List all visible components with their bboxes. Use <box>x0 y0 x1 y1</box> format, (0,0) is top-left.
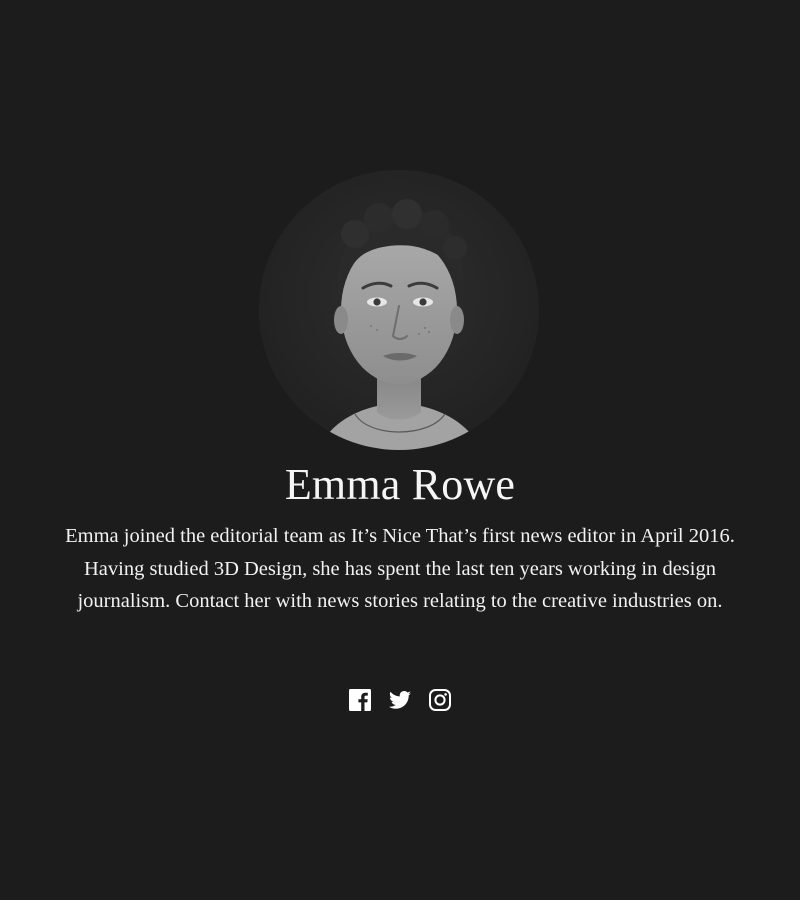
instagram-icon <box>429 689 451 711</box>
instagram-link[interactable] <box>428 688 452 712</box>
facebook-icon <box>349 689 371 711</box>
portrait-photo <box>259 170 539 450</box>
profile-bio: Emma joined the editorial team as It’s N… <box>65 525 735 612</box>
profile-name: Emma Rowe <box>284 460 516 509</box>
facebook-link[interactable] <box>348 688 372 712</box>
social-links <box>0 688 800 712</box>
twitter-icon <box>389 691 411 709</box>
profile-page: Emma Rowe Emma joined the editorial team… <box>0 0 800 900</box>
twitter-link[interactable] <box>388 688 412 712</box>
